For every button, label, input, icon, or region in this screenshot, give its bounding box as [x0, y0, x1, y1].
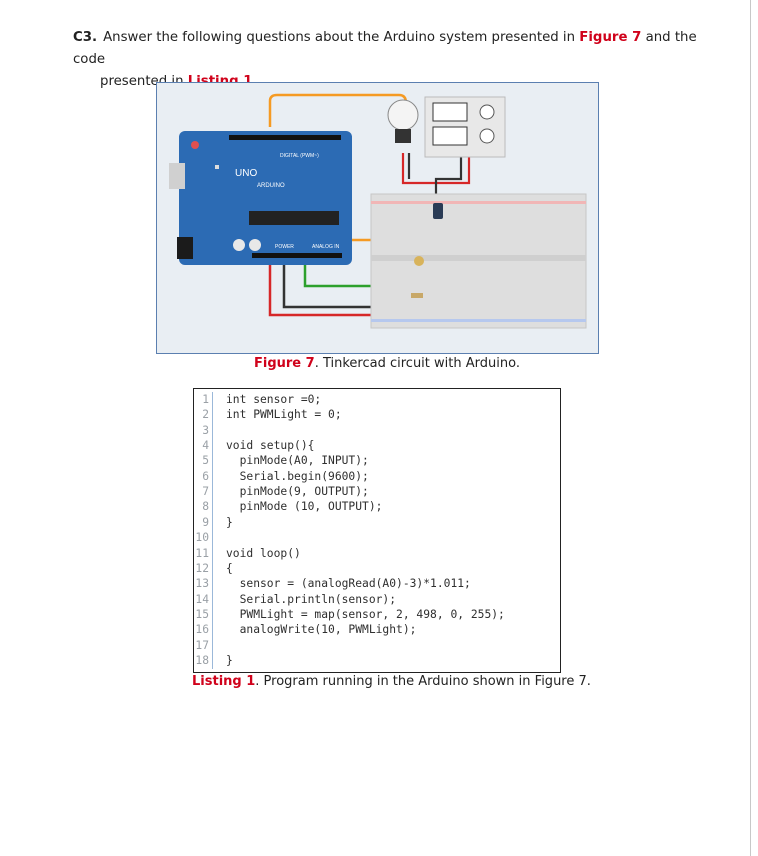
code-line: 2 int PWMLight = 0;	[194, 408, 560, 423]
resistor	[411, 293, 423, 298]
code-line: 7 pinMode(9, OUTPUT);	[194, 485, 560, 500]
figure-ref: Figure 7	[579, 30, 642, 45]
circuit-diagram: UNO ARDUINO DIGITAL (PWM~) POWER ANALOG …	[169, 93, 587, 329]
line-number: 7	[202, 485, 209, 499]
line-number: 12	[195, 561, 209, 575]
code-line: 17	[194, 639, 560, 654]
code-line: 9}	[194, 516, 560, 531]
line-number: 18	[195, 653, 209, 667]
photoresistor	[414, 256, 424, 266]
board-power-text: POWER	[275, 244, 294, 250]
code-line: 6 Serial.begin(9600);	[194, 470, 560, 485]
code-line: 13 sensor = (analogRead(A0)-3)*1.011;	[194, 577, 560, 592]
lamp	[387, 99, 419, 143]
code-text: pinMode(9, OUTPUT);	[226, 485, 369, 499]
code-line: 18}	[194, 654, 560, 669]
board-logo-text: UNO	[235, 168, 257, 179]
line-number: 13	[195, 577, 209, 591]
code-line: 16 analogWrite(10, PWMLight);	[194, 623, 560, 638]
code-line: 15 PWMLight = map(sensor, 2, 498, 0, 255…	[194, 608, 560, 623]
circuit-figure: UNO ARDUINO DIGITAL (PWM~) POWER ANALOG …	[156, 82, 599, 354]
board-brand-text: ARDUINO	[257, 183, 285, 189]
code-line: 8 pinMode (10, OUTPUT);	[194, 500, 560, 515]
transistor	[433, 203, 443, 219]
board-analog-text: ANALOG IN	[312, 244, 340, 250]
line-number: 3	[202, 423, 209, 437]
line-number: 10	[195, 531, 209, 545]
line-number: 16	[195, 623, 209, 637]
line-number: 14	[195, 592, 209, 606]
figure-caption-text: . Tinkercad circuit with Arduino.	[314, 356, 520, 371]
board-digital-text: DIGITAL (PWM~)	[280, 153, 319, 159]
line-number: 11	[195, 546, 209, 560]
line-number: 9	[202, 515, 209, 529]
question-text-part: Answer the following questions about the…	[103, 30, 580, 45]
code-line: 12 {	[194, 562, 560, 577]
code-text: analogWrite(10, PWMLight);	[226, 623, 417, 637]
line-number: 4	[202, 439, 209, 453]
line-number: 8	[202, 500, 209, 514]
line-number: 2	[202, 408, 209, 422]
code-text: int sensor =0;	[226, 393, 322, 406]
line-number: 15	[195, 607, 209, 621]
power-supply	[424, 96, 506, 158]
code-text: pinMode(A0, INPUT);	[226, 454, 369, 468]
listing-caption-text: . Program running in the Arduino shown i…	[255, 674, 591, 689]
code-listing: 1 int sensor =0; 2 int PWMLight = 0; 3 4 void …	[193, 388, 561, 673]
black-wire-supply	[434, 157, 463, 198]
code-line: 11 void loop()	[194, 547, 560, 562]
code-text: Serial.begin(9600);	[226, 469, 369, 483]
code-line: 1 int sensor =0;	[194, 393, 560, 408]
listing-caption-label: Listing 1	[192, 674, 256, 689]
code-text: void setup(){	[226, 439, 315, 453]
line-number: 17	[195, 638, 209, 652]
code-text: }	[226, 653, 233, 667]
question-number: C3.	[73, 30, 98, 45]
code-text: PWMLight = map(sensor, 2, 498, 0, 255);	[226, 607, 505, 621]
listing-caption: Listing 1. Program running in the Arduin…	[192, 674, 591, 689]
line-number: 6	[202, 469, 209, 483]
breadboard	[370, 193, 587, 329]
figure-caption-label: Figure 7	[254, 356, 315, 371]
code-text: }	[226, 515, 233, 529]
code-text: pinMode (10, OUTPUT);	[226, 500, 383, 514]
code-line: 14 Serial.println(sensor);	[194, 593, 560, 608]
code-text: Serial.println(sensor);	[226, 592, 397, 606]
code-text: void loop()	[226, 546, 301, 560]
figure-caption: Figure 7. Tinkercad circuit with Arduino…	[254, 356, 520, 371]
line-number: 1	[202, 393, 209, 406]
page-edge	[750, 0, 751, 856]
arduino-board: UNO ARDUINO DIGITAL (PWM~) POWER ANALOG …	[169, 131, 352, 265]
code-line: 4 void setup(){	[194, 439, 560, 454]
code-line: 5 pinMode(A0, INPUT);	[194, 454, 560, 469]
line-number: 5	[202, 454, 209, 468]
code-line: 3	[194, 424, 560, 439]
code-text: sensor = (analogRead(A0)-3)*1.011;	[226, 577, 471, 591]
code-text: int PWMLight = 0;	[226, 408, 342, 422]
code-text: {	[226, 561, 233, 575]
code-line: 10	[194, 531, 560, 546]
